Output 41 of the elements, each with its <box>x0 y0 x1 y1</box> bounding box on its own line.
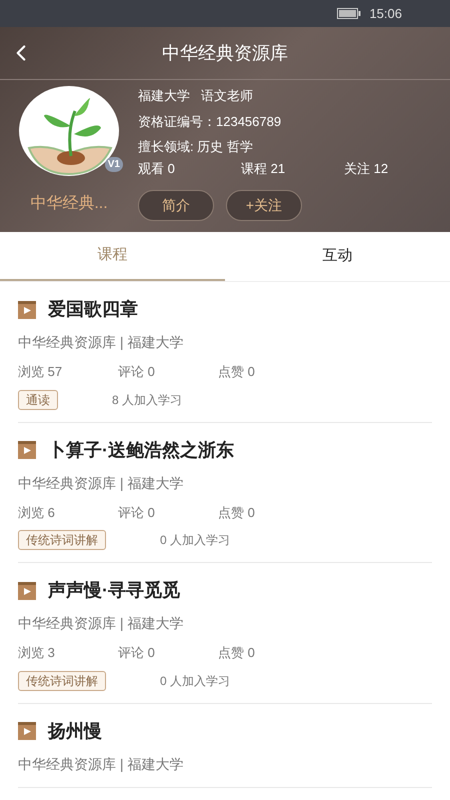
expertise: 擅长领域: 历史 哲学 <box>138 138 254 156</box>
battery-icon <box>337 8 362 19</box>
course-tag: 通读 <box>18 390 58 410</box>
course-source: 中华经典资源库 | 福建大学 <box>18 614 184 633</box>
course-tag: 传统诗词讲解 <box>18 530 106 550</box>
learners-count: 0 人加入学习 <box>160 672 230 690</box>
profile-stat: 关注 12 <box>344 160 390 178</box>
course-stat: 浏览 57 <box>18 363 64 381</box>
course-stat: 评论 0 <box>118 504 156 522</box>
course-title[interactable]: 声声慢·寻寻觅觅 <box>48 577 180 604</box>
course-stat: 评论 0 <box>118 644 156 662</box>
certificate-number: 资格证编号：123456789 <box>138 112 282 130</box>
level-badge: V1 <box>104 157 123 172</box>
profile-action-button[interactable]: +关注 <box>226 190 302 221</box>
video-icon <box>18 441 36 459</box>
profile-stat: 观看 0 <box>138 160 176 178</box>
profile-stat: 课程 21 <box>241 160 286 178</box>
course-stat: 评论 0 <box>118 363 156 381</box>
clock-time: 15:06 <box>369 4 402 23</box>
profile-action-button[interactable]: 简介 <box>138 190 214 221</box>
course-stat: 点赞 0 <box>218 644 256 662</box>
course-stat: 点赞 0 <box>218 363 256 381</box>
video-icon <box>18 582 36 600</box>
course-source: 中华经典资源库 | 福建大学 <box>18 333 184 352</box>
school-role: 福建大学 语文老师 <box>138 87 254 105</box>
tab[interactable]: 互动 <box>225 232 450 281</box>
channel-name: 中华经典... <box>30 194 108 214</box>
course-stat: 浏览 3 <box>18 644 56 662</box>
learners-count: 0 人加入学习 <box>160 532 230 549</box>
course-source: 中华经典资源库 | 福建大学 <box>18 754 184 774</box>
course-stat: 浏览 6 <box>18 504 56 522</box>
course-title[interactable]: 卜算子·送鲍浩然之浙东 <box>48 436 234 464</box>
learners-count: 8 人加入学习 <box>112 392 182 408</box>
course-title[interactable]: 扬州慢 <box>48 718 102 744</box>
video-icon <box>18 722 36 740</box>
course-stat: 点赞 0 <box>218 504 256 522</box>
page-title: 中华经典资源库 <box>162 42 288 64</box>
video-icon <box>18 300 36 318</box>
course-source: 中华经典资源库 | 福建大学 <box>18 474 184 493</box>
course-title[interactable]: 爱国歌四章 <box>48 296 138 323</box>
course-tag: 传统诗词讲解 <box>18 670 106 690</box>
